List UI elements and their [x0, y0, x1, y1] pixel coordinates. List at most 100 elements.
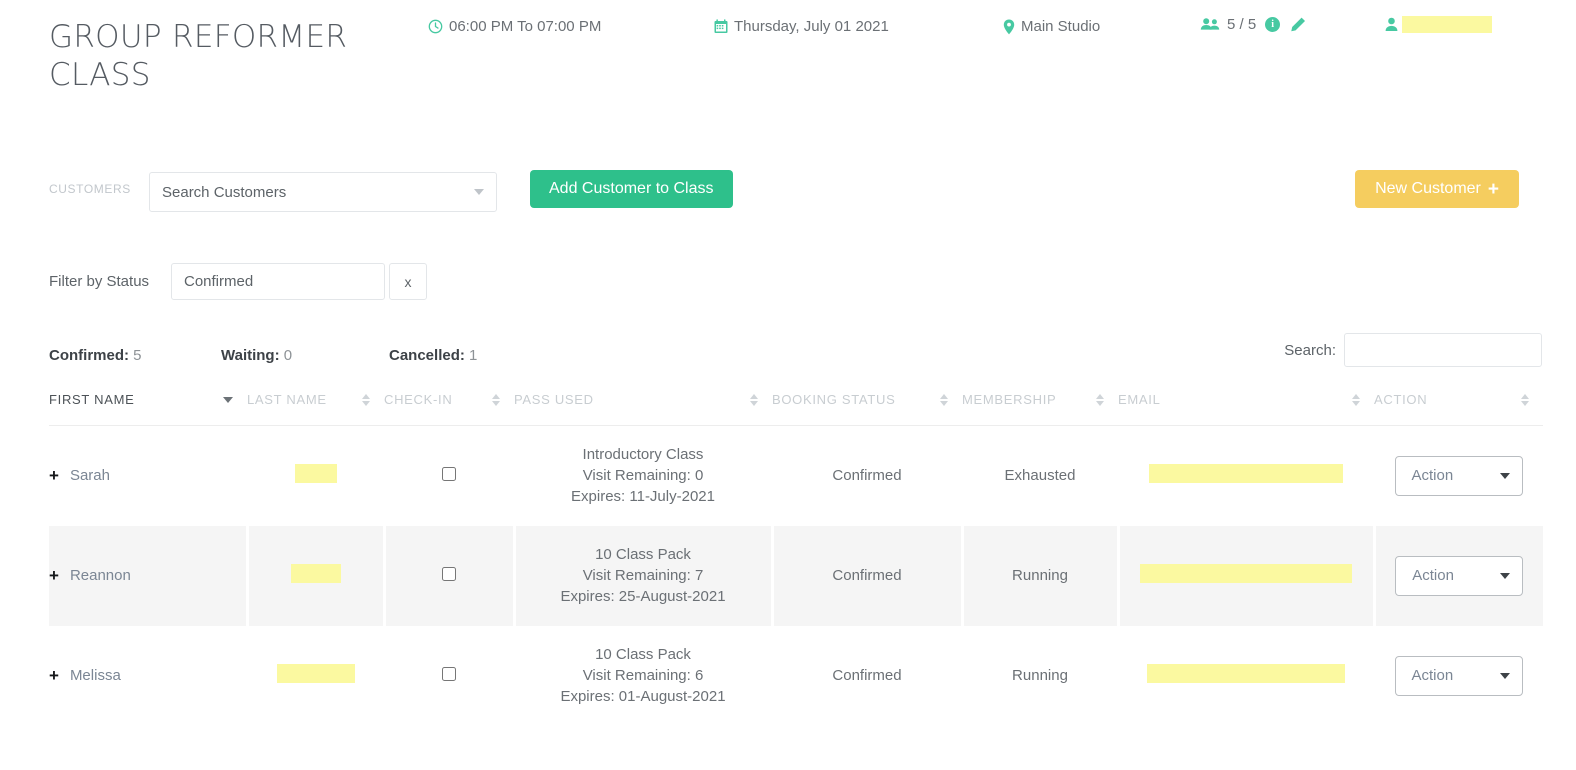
- class-header: GROUP REFORMER CLASS 06:00 PM To 07:00 P…: [0, 0, 1576, 110]
- chevron-down-icon: [1500, 473, 1510, 479]
- row-action-button[interactable]: Action: [1395, 656, 1523, 696]
- cell-first-name[interactable]: + Melissa: [49, 626, 247, 726]
- person-icon: [1385, 17, 1398, 32]
- sort-icon[interactable]: [940, 394, 948, 406]
- class-location: Main Studio: [1003, 18, 1100, 35]
- cell-last-name: [247, 426, 384, 526]
- table-header: FIRST NAMELAST NAME CHECK-IN PASS USEDBOOK…: [49, 392, 1543, 426]
- cell-pass-used: 10 Class PackVisit Remaining: 6Expires: …: [514, 626, 772, 726]
- row-action-label: Action: [1412, 567, 1454, 584]
- cell-action[interactable]: Action: [1374, 426, 1543, 526]
- customer-name-link[interactable]: Melissa: [70, 667, 121, 684]
- sort-icon[interactable]: [1521, 394, 1529, 406]
- status-counts: Confirmed: 5 Waiting: 0 Cancelled: 1 Sea…: [0, 343, 1576, 383]
- cell-pass-used: Introductory ClassVisit Remaining: 0Expi…: [514, 426, 772, 526]
- pass-expiry: Expires: 11-July-2021: [514, 486, 772, 507]
- column-header-label: LAST NAME: [247, 392, 327, 407]
- expand-row-icon[interactable]: +: [49, 667, 59, 684]
- customer-name-link[interactable]: Sarah: [70, 467, 110, 484]
- search-customers-select[interactable]: Search Customers: [149, 172, 497, 212]
- class-location-text: Main Studio: [1021, 18, 1100, 35]
- sort-icon[interactable]: [362, 394, 370, 406]
- cell-first-name[interactable]: + Sarah: [49, 426, 247, 526]
- expand-row-icon[interactable]: +: [49, 567, 59, 584]
- filter-by-status-label: Filter by Status: [49, 273, 149, 290]
- chevron-down-icon: [1500, 573, 1510, 579]
- column-header-first-name[interactable]: FIRST NAME: [49, 392, 247, 426]
- search-input[interactable]: [1344, 333, 1542, 367]
- cell-email: [1118, 426, 1374, 526]
- expand-row-icon[interactable]: +: [49, 467, 59, 484]
- customers-label: CUSTOMERS: [49, 182, 131, 196]
- email-redacted: [1147, 664, 1345, 683]
- confirmed-count: Confirmed: 5: [49, 347, 142, 364]
- email-redacted: [1149, 464, 1343, 483]
- map-pin-icon: [1003, 19, 1015, 35]
- table-search: Search:: [1284, 333, 1542, 367]
- clear-filter-button[interactable]: x: [389, 263, 427, 300]
- email-redacted: [1140, 564, 1352, 583]
- filter-status-input[interactable]: [171, 263, 385, 300]
- customer-name-link[interactable]: Reannon: [70, 567, 131, 584]
- cell-check-in[interactable]: [384, 526, 514, 626]
- users-icon: [1200, 17, 1220, 32]
- new-customer-label: New Customer: [1375, 180, 1481, 198]
- table-row[interactable]: + Sarah Introductory ClassVisit Remaining:…: [49, 426, 1543, 526]
- chevron-down-icon: [1500, 673, 1510, 679]
- column-header-last-name[interactable]: LAST NAME: [247, 392, 384, 426]
- table-header-row: FIRST NAMELAST NAME CHECK-IN PASS USEDBOOK…: [49, 392, 1543, 426]
- info-icon[interactable]: i: [1265, 17, 1280, 32]
- last-name-redacted: [295, 464, 337, 483]
- cell-action[interactable]: Action: [1374, 526, 1543, 626]
- class-date: Thursday, July 01 2021: [714, 18, 889, 35]
- column-header-pass-used[interactable]: PASS USED: [514, 392, 772, 426]
- cell-check-in[interactable]: [384, 626, 514, 726]
- plus-icon: +: [1488, 180, 1499, 199]
- row-action-label: Action: [1412, 467, 1454, 484]
- row-action-button[interactable]: Action: [1395, 456, 1523, 496]
- sort-desc-icon[interactable]: [223, 397, 233, 403]
- cell-last-name: [247, 626, 384, 726]
- sort-icon[interactable]: [492, 394, 500, 406]
- check-in-checkbox[interactable]: [442, 467, 456, 481]
- column-header-label: ACTION: [1374, 392, 1427, 407]
- calendar-icon: [714, 19, 728, 34]
- add-customer-to-class-button[interactable]: Add Customer to Class: [530, 170, 733, 208]
- cell-membership: Running: [962, 626, 1118, 726]
- column-header-booking-status[interactable]: BOOKING STATUS: [772, 392, 962, 426]
- last-name-redacted: [291, 564, 341, 583]
- row-action-button[interactable]: Action: [1395, 556, 1523, 596]
- column-header-membership[interactable]: MEMBERSHIP: [962, 392, 1118, 426]
- pass-expiry: Expires: 01-August-2021: [514, 686, 772, 707]
- cell-action[interactable]: Action: [1374, 626, 1543, 726]
- pass-visits-remaining: Visit Remaining: 0: [514, 465, 772, 486]
- roster-table-wrapper: FIRST NAMELAST NAME CHECK-IN PASS USEDBOOK…: [49, 392, 1543, 726]
- new-customer-button[interactable]: New Customer +: [1355, 170, 1519, 208]
- cell-first-name[interactable]: + Reannon: [49, 526, 247, 626]
- column-header-action[interactable]: ACTION: [1374, 392, 1543, 426]
- column-header-check-in[interactable]: CHECK-IN: [384, 392, 514, 426]
- sort-icon[interactable]: [1096, 394, 1104, 406]
- check-in-checkbox[interactable]: [442, 567, 456, 581]
- cell-booking-status: Confirmed: [772, 426, 962, 526]
- check-in-checkbox[interactable]: [442, 667, 456, 681]
- table-row[interactable]: +Reannon10 Class PackVisit Remaining: 7E…: [49, 526, 1543, 626]
- cell-email: [1118, 626, 1374, 726]
- column-header-label: CHECK-IN: [384, 392, 452, 407]
- class-date-text: Thursday, July 01 2021: [734, 18, 889, 35]
- search-label: Search:: [1284, 342, 1336, 359]
- table-row[interactable]: + Melissa 10 Class PackVisit Remaining: 6E…: [49, 626, 1543, 726]
- cell-check-in[interactable]: [384, 426, 514, 526]
- edit-class-button[interactable]: [1288, 16, 1307, 35]
- last-name-redacted: [277, 664, 355, 683]
- waiting-count-value: 0: [284, 347, 292, 364]
- confirmed-count-label: Confirmed:: [49, 347, 129, 364]
- class-roster-page: GROUP REFORMER CLASS 06:00 PM To 07:00 P…: [0, 0, 1576, 770]
- filter-toolbar: Filter by Status x: [0, 263, 1576, 305]
- chevron-down-icon: [474, 189, 484, 195]
- column-header-email[interactable]: EMAIL: [1118, 392, 1374, 426]
- sort-icon[interactable]: [750, 394, 758, 406]
- pencil-icon[interactable]: [1288, 16, 1307, 35]
- sort-icon[interactable]: [1352, 394, 1360, 406]
- page-title: GROUP REFORMER CLASS: [49, 18, 379, 94]
